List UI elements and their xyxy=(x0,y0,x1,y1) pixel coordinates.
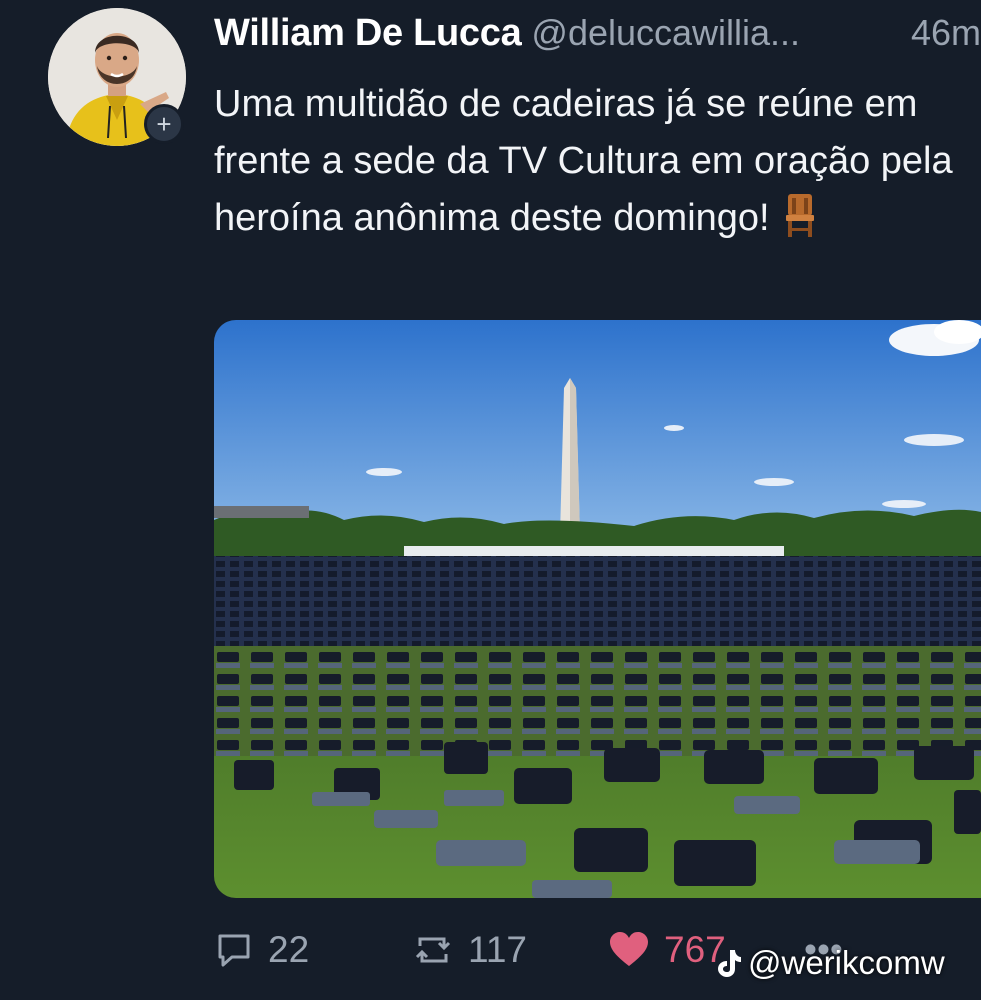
tweet-timestamp[interactable]: 46m xyxy=(898,12,981,54)
heart-icon xyxy=(608,930,650,970)
tweet[interactable]: + William De Lucca @deluccawillia... 46m … xyxy=(0,0,981,1000)
reply-button[interactable]: 22 xyxy=(214,920,309,980)
tweet-text: Uma multidão de cadeiras já se reúne em … xyxy=(214,83,953,239)
tiktok-watermark: @werikcomw xyxy=(716,940,945,986)
author-name[interactable]: William De Lucca xyxy=(214,12,522,54)
retweet-icon xyxy=(412,930,454,970)
reply-count: 22 xyxy=(268,929,310,970)
like-button[interactable]: 767 xyxy=(608,920,726,980)
follow-plus-icon[interactable]: + xyxy=(144,104,184,144)
tiktok-icon xyxy=(716,948,742,978)
tweet-media-photo[interactable] xyxy=(214,320,981,898)
author-handle[interactable]: @deluccawillia... xyxy=(531,12,800,53)
retweet-button[interactable]: 117 xyxy=(412,920,527,980)
watermark-handle: @werikcomw xyxy=(748,944,945,981)
retweet-count: 117 xyxy=(468,929,527,970)
tweet-text-block: Uma multidão de cadeiras já se reúne em … xyxy=(214,76,974,255)
tweet-header: William De Lucca @deluccawillia... 46m xyxy=(214,12,981,64)
reply-icon xyxy=(214,930,254,970)
chair-emoji-icon xyxy=(784,192,816,255)
